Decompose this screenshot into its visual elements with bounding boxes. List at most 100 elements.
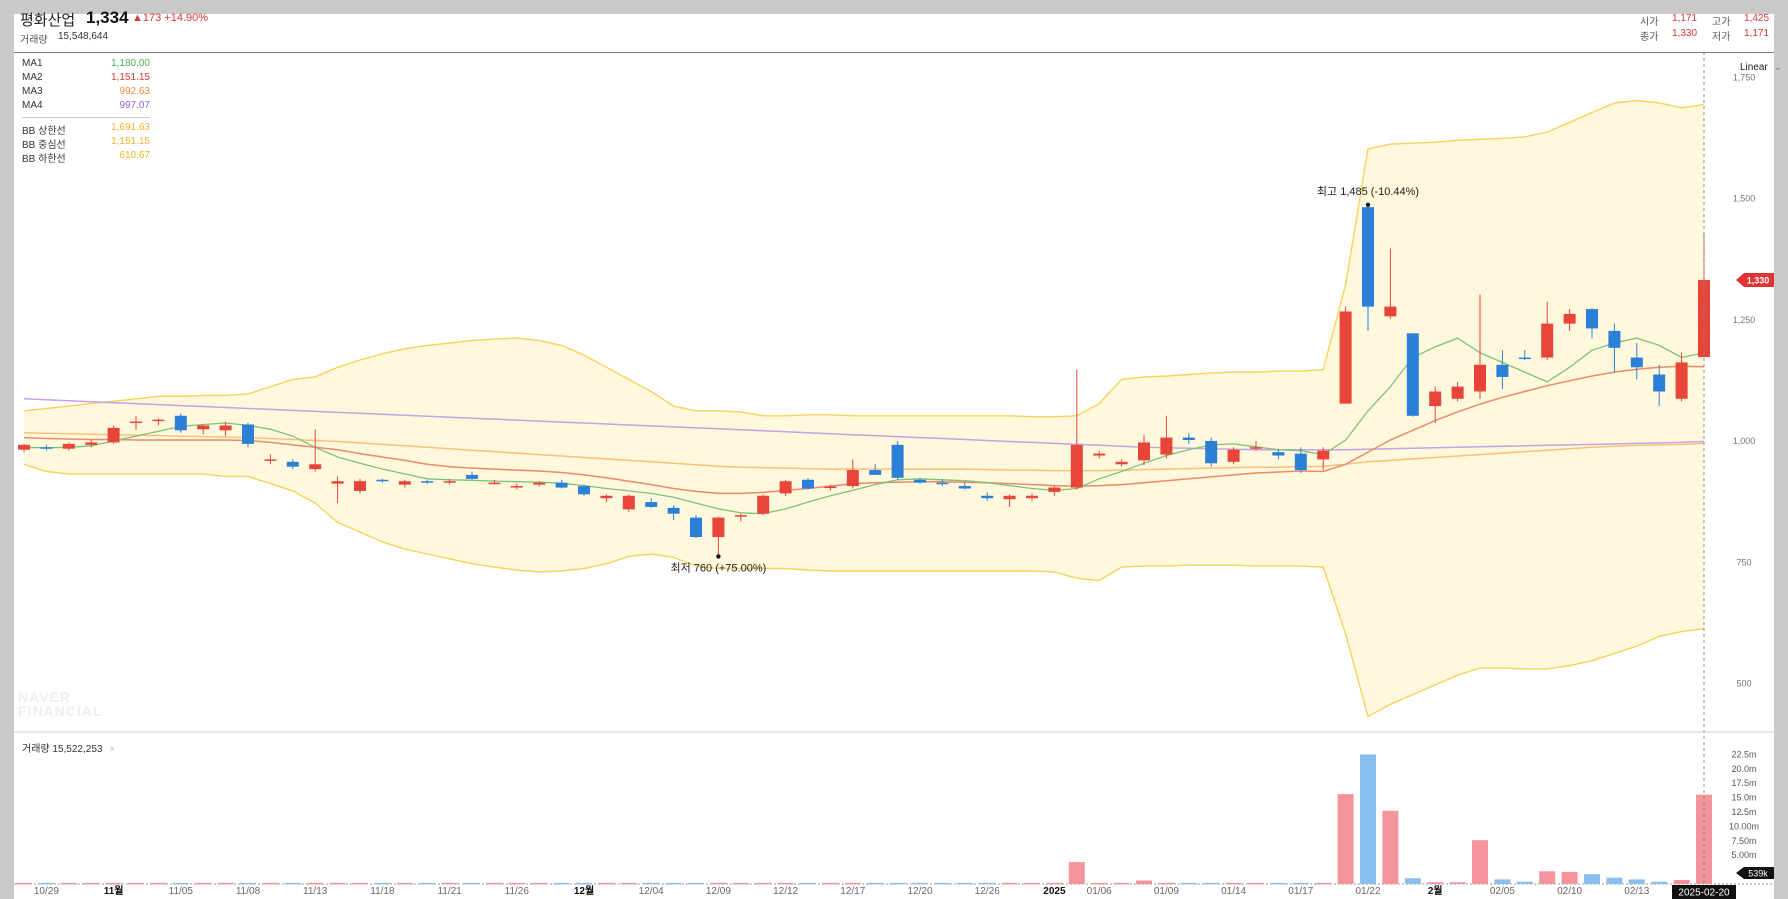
volume-bar	[1270, 882, 1287, 885]
candle-up	[1115, 461, 1128, 465]
volume-legend-close-icon[interactable]: ×	[109, 744, 115, 755]
stock-header: 평화산업 1,334 ▲173 +14.90% 거래량 15,548,644 시…	[14, 8, 1774, 53]
volume-tick-label: 22.5m	[1731, 749, 1756, 759]
candle-down	[802, 479, 814, 489]
volume-tick-label: 15.0m	[1731, 793, 1756, 803]
window-left-frame	[0, 14, 14, 899]
volume-bar	[396, 882, 413, 885]
candle-down	[1406, 333, 1419, 416]
time-tick-label: 10/29	[34, 886, 59, 897]
chevron-down-icon: ⌄	[1773, 62, 1782, 73]
time-tick-label: 02/05	[1490, 886, 1515, 897]
legend-bb-upper: BB 상한선 1,691.63	[22, 122, 150, 137]
time-tick-label: 01/06	[1087, 886, 1112, 897]
candle-up	[18, 444, 30, 450]
current-date-tag-label: 2025-02-20	[1678, 888, 1730, 899]
time-tick-label: 12/09	[706, 886, 731, 897]
candle-up	[1339, 311, 1352, 404]
volume-bar	[329, 882, 346, 885]
volume-bar	[598, 882, 615, 885]
candle-up	[309, 464, 322, 470]
volume-bar	[1561, 871, 1578, 884]
volume-legend-label: 거래량	[22, 744, 50, 755]
volume-bar	[83, 882, 100, 885]
volume-value: 15,548,644	[58, 31, 109, 42]
legend-bb-middle: BB 중심선 1,151.15	[22, 136, 150, 151]
scale-mode-label: Linear	[1740, 62, 1768, 73]
volume-bar	[1337, 794, 1354, 884]
stock-name[interactable]: 평화산업	[20, 9, 75, 30]
volume-bar	[486, 882, 503, 885]
candle-up	[354, 481, 366, 491]
high-value: 1,425	[1744, 13, 1770, 24]
current-volume-tag-label: 539k	[1748, 869, 1768, 879]
volume-bar	[441, 882, 458, 885]
open-value: 1,171	[1672, 13, 1698, 24]
volume-bar	[1315, 882, 1332, 885]
price-tick-label: 1,500	[1733, 194, 1756, 204]
candle-down	[421, 481, 434, 483]
volume-bar	[508, 882, 525, 885]
volume-bar	[1673, 879, 1690, 884]
candle-down	[981, 495, 994, 499]
candle-up	[510, 486, 523, 488]
time-tick-label: 11/21	[437, 886, 462, 897]
time-tick-label: 11/26	[505, 886, 530, 897]
volume-bar	[643, 882, 660, 885]
volume-legend-value: 15,522,253	[52, 744, 103, 755]
volume-bar	[1203, 882, 1220, 885]
volume-bar	[822, 882, 839, 885]
volume-bar	[374, 882, 391, 885]
highest-price-label: 최고 1,485 (-10.44%)	[1317, 185, 1419, 198]
volume-bar	[128, 882, 144, 885]
volume-bar	[1225, 882, 1242, 885]
candle-down	[40, 447, 53, 449]
low-label: 저가	[1712, 32, 1731, 43]
candle-down	[1496, 364, 1509, 377]
volume-bar	[284, 882, 301, 885]
candle-down	[1205, 440, 1218, 464]
naver-financial-watermark: NAVER FINANCIAL	[18, 689, 103, 719]
candle-up	[1541, 323, 1554, 358]
candle-down	[936, 482, 949, 485]
volume-bar	[665, 882, 682, 885]
time-tick-label: 2025	[1043, 886, 1066, 897]
candle-down	[645, 502, 658, 507]
volume-label: 거래량	[20, 35, 48, 46]
stock-price: 1,334	[86, 8, 129, 27]
volume-bar	[576, 882, 592, 885]
candle-down	[1608, 330, 1621, 348]
time-tick-label: 2월	[1428, 885, 1443, 897]
candle-down	[1630, 357, 1643, 368]
current-price-tag-label: 1,330	[1747, 275, 1770, 285]
candle-up	[779, 481, 792, 494]
candle-up	[1026, 495, 1038, 499]
volume-bar	[16, 882, 32, 885]
stock-chart[interactable]: 최고 1,485 (-10.44%) 최저 760 (+75.00%) 500 750…	[14, 52, 1774, 899]
volume-legend: 거래량 15,522,253 ×	[22, 740, 115, 755]
window-top-frame	[0, 0, 1788, 14]
candle-up	[107, 427, 120, 443]
candle-up	[488, 482, 501, 485]
price-tick-label: 1,250	[1733, 315, 1756, 325]
stock-change: ▲173 +14.90%	[132, 12, 209, 24]
time-tick-label: 02/13	[1624, 886, 1649, 897]
candle-down	[1518, 357, 1531, 360]
volume-bar	[172, 882, 189, 885]
bollinger-band-fill	[24, 100, 1704, 717]
time-tick-label: 12/26	[975, 886, 1000, 897]
candle-down	[1272, 452, 1285, 456]
scale-mode-dropdown[interactable]: Linear ⌄	[1740, 62, 1782, 73]
volume-bar	[150, 882, 167, 885]
time-tick-label: 12/04	[639, 886, 664, 897]
candle-down	[869, 470, 882, 475]
candle-up	[1474, 364, 1486, 392]
volume-bar	[1472, 840, 1488, 884]
volume-bar	[419, 882, 436, 885]
candle-down	[1182, 437, 1195, 440]
time-tick-label: 12/20	[907, 886, 932, 897]
volume-bar	[1628, 879, 1645, 884]
volume-bar	[1539, 871, 1556, 884]
volume-bar	[60, 882, 77, 885]
volume-bar	[217, 882, 234, 885]
